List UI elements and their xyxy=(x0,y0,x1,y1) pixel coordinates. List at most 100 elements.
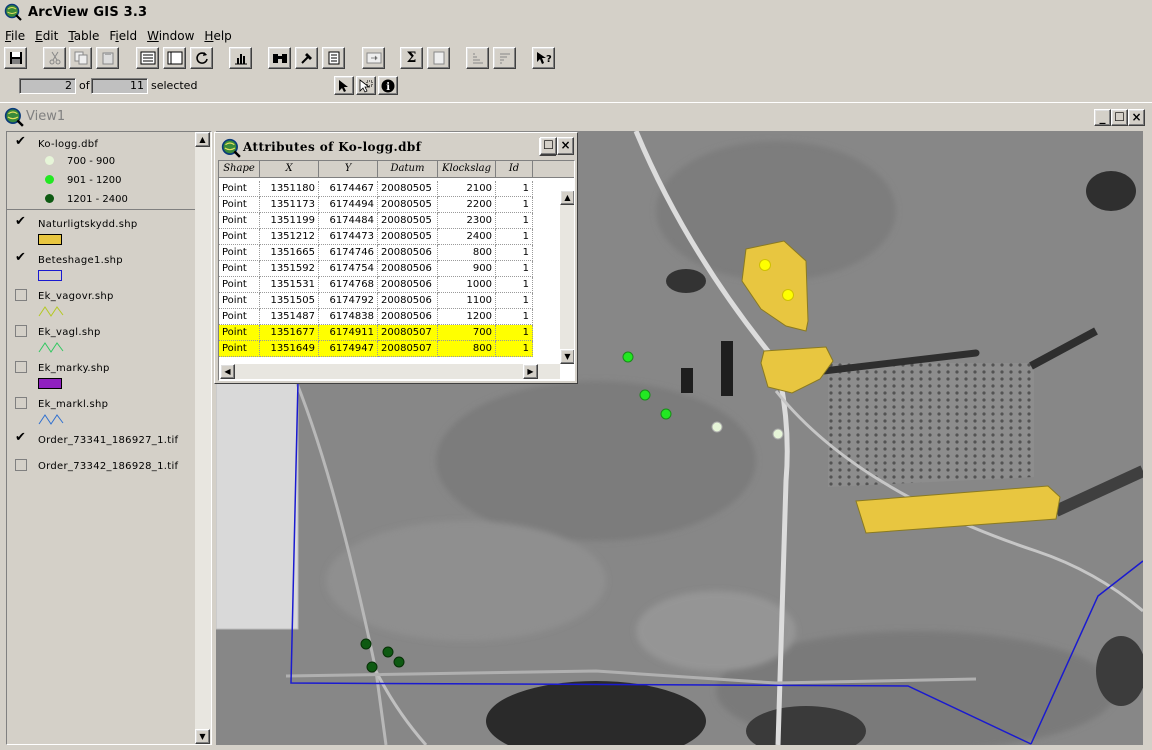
refresh-icon[interactable] xyxy=(190,47,213,69)
layer-checkbox[interactable]: ✔ xyxy=(15,251,27,265)
layer-checkbox[interactable]: ✔ xyxy=(15,135,27,149)
toc-layer-ek-marky[interactable]: Ek_marky.shp xyxy=(7,358,201,392)
cut-icon[interactable] xyxy=(43,47,66,69)
calculate-icon[interactable] xyxy=(427,47,450,69)
table-maximize-button[interactable]: ☐ xyxy=(540,137,557,155)
paste-icon[interactable] xyxy=(96,47,119,69)
scroll-right-icon[interactable]: ▶ xyxy=(523,364,538,379)
scroll-down-icon[interactable]: ▼ xyxy=(560,349,574,364)
cell-shape: Point xyxy=(219,277,260,293)
table-row[interactable]: Point 1351505 6174792 20080506 1100 1 xyxy=(219,293,537,309)
cell-datum: 20080505 xyxy=(378,197,438,213)
cell-datum: 20080507 xyxy=(378,341,438,357)
view-maximize-button[interactable]: ☐ xyxy=(1111,109,1128,126)
cell-shape: Point xyxy=(219,181,260,197)
column-header-shape[interactable]: Shape xyxy=(219,161,260,178)
toc-layer-ek-vagl[interactable]: Ek_vagl.shp xyxy=(7,322,201,356)
table-row[interactable]: Point 1351199 6174484 20080505 2300 1 xyxy=(219,213,537,229)
table-horizontal-scrollbar[interactable]: ◀ ▶ xyxy=(220,364,560,379)
scroll-up-icon[interactable]: ▲ xyxy=(195,132,210,147)
layer-checkbox[interactable]: ✔ xyxy=(15,431,27,445)
toc-layer-beteshage1[interactable]: ✔ Beteshage1.shp xyxy=(7,250,201,284)
query-icon[interactable] xyxy=(295,47,318,69)
total-count: 11 xyxy=(91,78,148,94)
cell-id: 1 xyxy=(496,309,533,325)
menu-field[interactable]: Field xyxy=(104,27,142,45)
statistics-icon[interactable] xyxy=(322,47,345,69)
selected-label: selected xyxy=(151,79,198,92)
svg-text:i: i xyxy=(386,82,390,93)
save-icon[interactable] xyxy=(4,47,27,69)
attribute-table-window: Attributes of Ko-logg.dbf _ ☐ × Shape X … xyxy=(214,132,578,384)
app-title: ArcView GIS 3.3 xyxy=(28,4,148,20)
table-row[interactable]: Point 1351677 6174911 20080507 700 1 xyxy=(219,325,537,341)
cell-klockslag: 2200 xyxy=(438,197,496,213)
table-row[interactable]: Point 1351531 6174768 20080506 1000 1 xyxy=(219,277,537,293)
column-header-klockslag[interactable]: Klockslag xyxy=(438,161,496,178)
identify-tool-icon[interactable]: i xyxy=(378,76,398,95)
toc-layer-naturligtskydd[interactable]: ✔ Naturligtskydd.shp xyxy=(7,214,201,248)
scroll-left-icon[interactable]: ◀ xyxy=(220,364,235,379)
copy-icon[interactable] xyxy=(69,47,92,69)
sort-descending-icon[interactable] xyxy=(493,47,516,69)
menu-window[interactable]: Window xyxy=(142,27,199,45)
column-header-y[interactable]: Y xyxy=(319,161,378,178)
attribute-grid[interactable]: Shape X Y Datum Klockslag Id Point 135118… xyxy=(218,160,575,381)
menu-help[interactable]: Help xyxy=(199,27,236,45)
find-icon[interactable] xyxy=(268,47,291,69)
toc-layer-ek-vagovr[interactable]: Ek_vagovr.shp xyxy=(7,286,201,320)
toc-layer-ek-markl[interactable]: Ek_markl.shp xyxy=(7,394,201,428)
column-header-datum[interactable]: Datum xyxy=(378,161,438,178)
layer-checkbox[interactable]: ✔ xyxy=(15,215,27,229)
table-close-button[interactable]: × xyxy=(557,137,574,155)
help-cursor-icon[interactable]: ? xyxy=(532,47,555,69)
cell-klockslag: 2400 xyxy=(438,229,496,245)
menu-edit[interactable]: Edit xyxy=(30,27,63,45)
cell-y: 6174947 xyxy=(319,341,378,357)
select-all-icon[interactable] xyxy=(136,47,159,69)
table-row[interactable]: Point 1351212 6174473 20080505 2400 1 xyxy=(219,229,537,245)
table-row[interactable]: Point 1351592 6174754 20080506 900 1 xyxy=(219,261,537,277)
layer-name: Ek_markl.shp xyxy=(38,399,109,410)
cell-x: 1351173 xyxy=(260,197,319,213)
table-row[interactable]: Point 1351649 6174947 20080507 800 1 xyxy=(219,341,537,357)
menu-file[interactable]: File xyxy=(0,27,30,45)
toc-layer-order-73341[interactable]: ✔ Order_73341_186927_1.tif xyxy=(7,430,201,454)
column-header-x[interactable]: X xyxy=(260,161,319,178)
cell-id: 1 xyxy=(496,325,533,341)
table-vertical-scrollbar[interactable]: ▲ ▼ xyxy=(560,190,574,364)
toc-layer-ko-logg[interactable]: ✔ Ko-logg.dbf 700 - 900 901 - 1200 1201 … xyxy=(7,134,201,210)
sort-ascending-icon[interactable] xyxy=(466,47,489,69)
table-row[interactable]: Point 1351173 6174494 20080505 2200 1 xyxy=(219,197,537,213)
view-close-button[interactable]: × xyxy=(1128,109,1145,126)
toc-vertical-scrollbar[interactable]: ▲ ▼ xyxy=(195,132,211,744)
layer-checkbox[interactable] xyxy=(15,361,27,373)
view-minimize-button[interactable]: _ xyxy=(1094,109,1111,126)
table-row[interactable]: Point 1351487 6174838 20080506 1200 1 xyxy=(219,309,537,325)
outline-symbol-icon xyxy=(38,270,62,281)
table-row[interactable]: Point 1351665 6174746 20080506 800 1 xyxy=(219,245,537,261)
chart-icon[interactable] xyxy=(229,47,252,69)
join-icon[interactable] xyxy=(362,47,385,69)
select-none-icon[interactable] xyxy=(163,47,186,69)
view-title-bar[interactable]: View1 _ ☐ × xyxy=(0,105,1152,129)
toc-layer-order-73342[interactable]: Order_73342_186928_1.tif xyxy=(7,456,201,480)
layer-checkbox[interactable] xyxy=(15,397,27,409)
scroll-down-icon[interactable]: ▼ xyxy=(195,729,210,744)
pointer-tool-icon[interactable] xyxy=(334,76,354,95)
column-header-id[interactable]: Id xyxy=(496,161,533,178)
attribute-table-title-bar[interactable]: Attributes of Ko-logg.dbf _ xyxy=(217,135,575,159)
view-right-edge xyxy=(1143,131,1152,745)
layer-checkbox[interactable] xyxy=(15,325,27,337)
cell-klockslag: 800 xyxy=(438,245,496,261)
menu-table[interactable]: Table xyxy=(63,27,104,45)
layer-checkbox[interactable] xyxy=(15,289,27,301)
summarize-icon[interactable]: Σ xyxy=(400,47,423,69)
fill-symbol-icon xyxy=(38,378,62,389)
cell-id: 1 xyxy=(496,277,533,293)
table-row[interactable]: Point 1351180 6174467 20080505 2100 1 xyxy=(219,181,537,197)
scroll-up-icon[interactable]: ▲ xyxy=(560,190,574,205)
select-feature-tool-icon[interactable] xyxy=(356,76,376,95)
layer-checkbox[interactable] xyxy=(15,459,27,471)
of-label: of xyxy=(79,79,90,92)
